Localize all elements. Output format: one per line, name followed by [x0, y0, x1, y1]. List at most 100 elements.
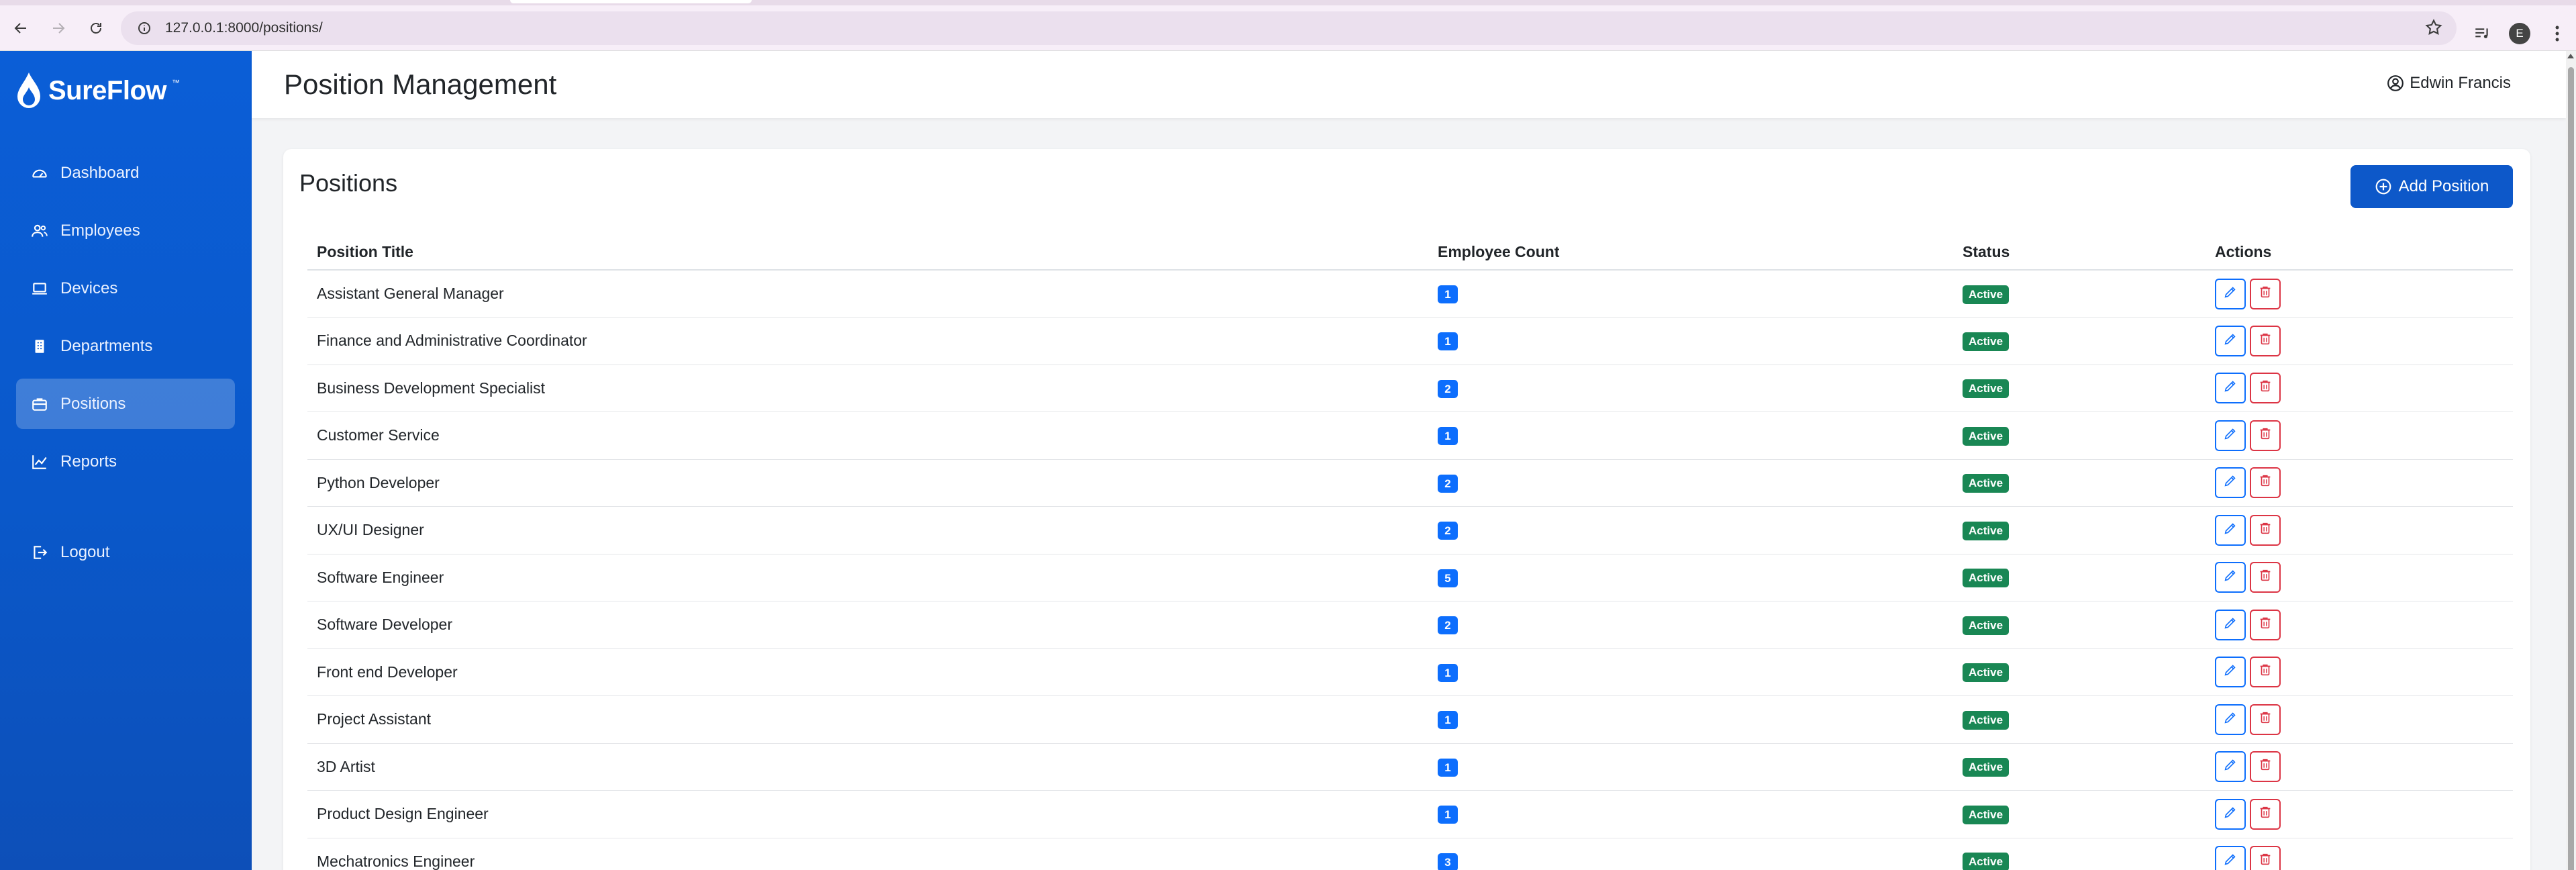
actions-cell	[2206, 270, 2513, 318]
site-info-icon[interactable]	[128, 11, 161, 45]
sidebar-nav: Dashboard Employees Devices Departments …	[16, 148, 235, 585]
edit-button[interactable]	[2215, 467, 2246, 499]
browser-tab[interactable]	[510, 0, 752, 3]
sidebar-item-reports[interactable]: Reports	[16, 436, 235, 487]
delete-button[interactable]	[2250, 704, 2281, 735]
employee-count-cell: 1	[1428, 695, 1953, 744]
delete-button[interactable]	[2250, 373, 2281, 404]
add-position-label: Add Position	[2398, 177, 2489, 195]
table-row: Front end Developer 1 Active	[307, 648, 2513, 696]
edit-button[interactable]	[2215, 798, 2246, 830]
delete-button[interactable]	[2250, 325, 2281, 356]
status-badge: Active	[1963, 663, 2010, 683]
employee-count-cell: 1	[1428, 648, 1953, 696]
actions-cell	[2206, 838, 2513, 870]
sidebar-item-positions[interactable]: Positions	[16, 379, 235, 429]
dashboard-gauge-icon	[32, 169, 47, 177]
edit-button[interactable]	[2215, 657, 2246, 688]
delete-button[interactable]	[2250, 514, 2281, 546]
position-title: Assistant General Manager	[307, 270, 1428, 318]
employee-count-badge: 1	[1438, 806, 1458, 824]
page-scrollbar[interactable]	[2566, 51, 2576, 870]
trash-icon	[2258, 568, 2273, 587]
status-badge: Active	[1963, 332, 2010, 351]
sidebar-item-logout[interactable]: Logout	[16, 527, 235, 577]
scroll-thumb[interactable]	[2568, 67, 2574, 870]
chart-line-icon	[32, 454, 47, 469]
profile-button[interactable]: E	[2501, 15, 2538, 52]
edit-button[interactable]	[2215, 278, 2246, 309]
employee-count-badge: 1	[1438, 758, 1458, 777]
employee-count-badge: 2	[1438, 474, 1458, 493]
sidebar-item-departments[interactable]: Departments	[16, 321, 235, 371]
back-icon[interactable]	[4, 11, 38, 45]
employee-count-badge: 5	[1438, 569, 1458, 587]
forward-icon[interactable]	[42, 11, 75, 45]
pencil-icon	[2223, 663, 2238, 681]
delete-button[interactable]	[2250, 278, 2281, 309]
row-actions	[2215, 751, 2281, 783]
table-row: Software Engineer 5 Active	[307, 554, 2513, 601]
scroll-up-arrow[interactable]	[2567, 54, 2574, 58]
edit-button[interactable]	[2215, 325, 2246, 356]
status-cell: Active	[1953, 790, 2206, 838]
edit-button[interactable]	[2215, 704, 2246, 735]
row-actions	[2215, 657, 2281, 688]
delete-button[interactable]	[2250, 609, 2281, 640]
add-position-button[interactable]: Add Position	[2350, 165, 2513, 208]
position-title: Project Assistant	[307, 695, 1428, 744]
status-cell: Active	[1953, 554, 2206, 601]
browser-toolbar: 127.0.0.1:8000/positions/ E	[0, 5, 2576, 51]
edit-button[interactable]	[2215, 373, 2246, 404]
delete-button[interactable]	[2250, 798, 2281, 830]
status-badge: Active	[1963, 379, 2010, 399]
user-menu[interactable]: Edwin Francis	[2387, 74, 2511, 93]
status-badge: Active	[1963, 853, 2010, 870]
row-actions	[2215, 846, 2281, 870]
sidebar-item-devices[interactable]: Devices	[16, 263, 235, 313]
pencil-icon	[2223, 285, 2238, 303]
edit-button[interactable]	[2215, 562, 2246, 593]
brand-logo[interactable]: SureFlow ™	[15, 71, 180, 110]
more-menu-icon[interactable]	[2538, 15, 2576, 52]
delete-button[interactable]	[2250, 562, 2281, 593]
status-cell: Active	[1953, 695, 2206, 744]
delete-button[interactable]	[2250, 846, 2281, 870]
actions-cell	[2206, 365, 2513, 412]
positions-table: Position Title Employee Count Status Act…	[307, 235, 2513, 870]
edit-button[interactable]	[2215, 514, 2246, 546]
actions-cell	[2206, 412, 2513, 460]
status-cell: Active	[1953, 412, 2206, 460]
row-actions	[2215, 562, 2281, 593]
edit-button[interactable]	[2215, 609, 2246, 640]
edit-button[interactable]	[2215, 846, 2246, 870]
employee-count-badge: 2	[1438, 522, 1458, 540]
pencil-icon	[2223, 757, 2238, 776]
actions-cell	[2206, 790, 2513, 838]
sidebar-item-dashboard[interactable]: Dashboard	[16, 148, 235, 198]
status-cell: Active	[1953, 648, 2206, 696]
status-badge: Active	[1963, 474, 2010, 493]
column-header-actions: Actions	[2206, 235, 2513, 271]
trash-icon	[2258, 332, 2273, 350]
employee-count-cell: 2	[1428, 365, 1953, 412]
position-title: Customer Service	[307, 412, 1428, 460]
bookmark-star-icon[interactable]	[2424, 18, 2443, 40]
media-controls-icon[interactable]	[2463, 15, 2501, 52]
sidebar-item-employees[interactable]: Employees	[16, 205, 235, 256]
plus-circle-icon	[2375, 179, 2391, 195]
status-cell: Active	[1953, 365, 2206, 412]
reload-icon[interactable]	[79, 11, 113, 45]
edit-button[interactable]	[2215, 751, 2246, 783]
edit-button[interactable]	[2215, 420, 2246, 451]
actions-cell	[2206, 459, 2513, 507]
delete-button[interactable]	[2250, 467, 2281, 499]
building-icon	[35, 339, 44, 353]
trash-icon	[2258, 379, 2273, 397]
delete-button[interactable]	[2250, 751, 2281, 783]
delete-button[interactable]	[2250, 657, 2281, 688]
actions-cell	[2206, 601, 2513, 649]
address-bar[interactable]: 127.0.0.1:8000/positions/	[121, 11, 2457, 45]
sidebar-item-label: Dashboard	[60, 163, 140, 182]
delete-button[interactable]	[2250, 420, 2281, 451]
